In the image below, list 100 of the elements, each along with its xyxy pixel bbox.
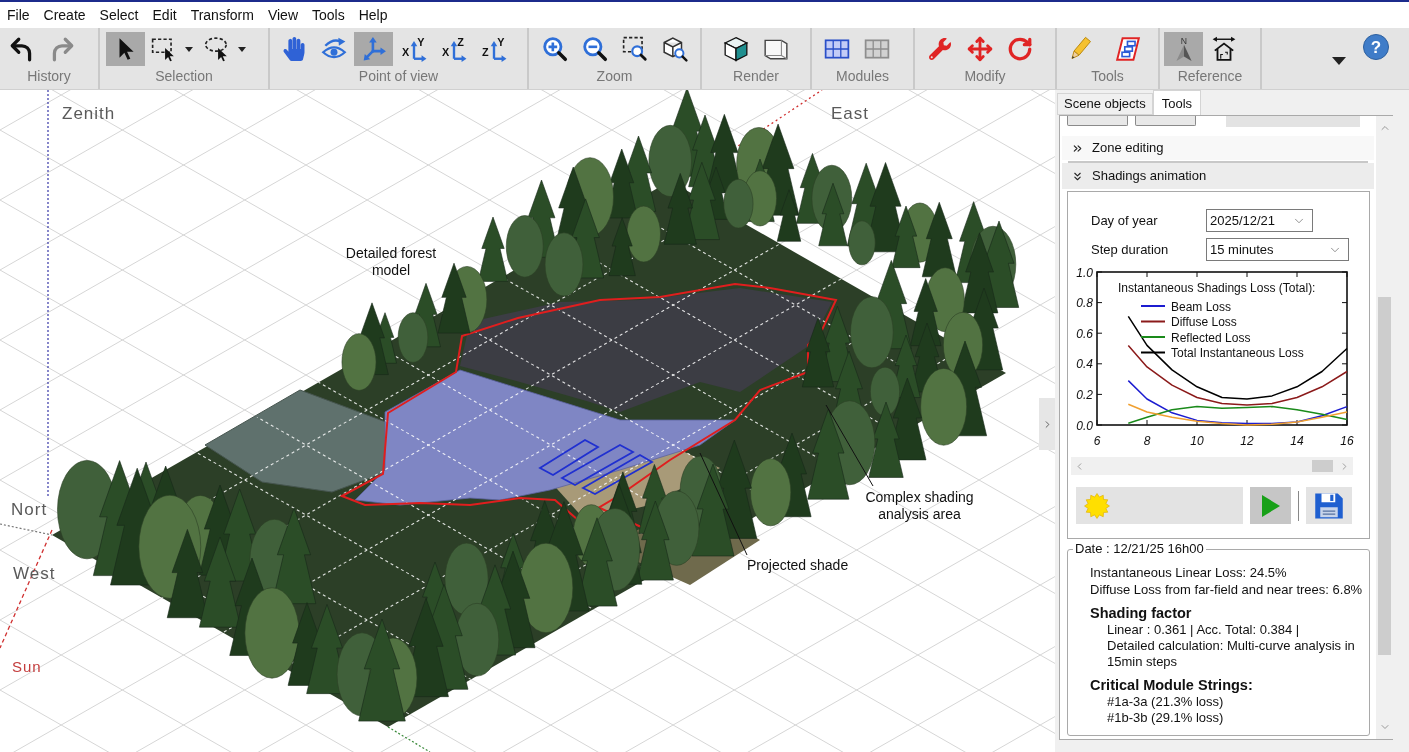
result-text: Instantaneous Linear Loss: 24.5%	[1090, 564, 1287, 581]
axis-tick-label: 0.0	[1076, 418, 1093, 433]
menu-item[interactable]: Select	[92, 5, 146, 25]
play-button[interactable]	[1250, 487, 1291, 524]
result-text: Linear : 0.361 | Acc. Total: 0.384 |	[1107, 622, 1300, 638]
caret-icon	[238, 46, 246, 52]
menu-item[interactable]: Create	[36, 5, 93, 25]
scrollbar-thumb[interactable]	[1312, 460, 1333, 472]
vertical-scrollbar[interactable]	[1376, 116, 1393, 739]
toolbar-group-label: Selection	[154, 67, 214, 85]
axis-letter: Z	[481, 45, 489, 58]
axis-label: Nort	[11, 499, 48, 521]
collapse-handle[interactable]	[1039, 398, 1055, 450]
axis-letter: X	[401, 45, 409, 58]
axis-tick-label: 0.2	[1076, 387, 1093, 402]
axis-letter: X	[441, 45, 449, 58]
annotation-label: Complex shading analysis area	[864, 489, 975, 523]
zoom-window-icon	[621, 36, 648, 62]
north-letter: N	[1180, 36, 1187, 46]
legend-label: Diffuse Loss	[1171, 315, 1237, 329]
section-header[interactable]: Zone editing	[1062, 136, 1374, 160]
menu-item[interactable]: Edit	[145, 5, 184, 25]
sun-icon	[1084, 492, 1110, 519]
axis-label: Zenith	[62, 103, 116, 125]
menu-item[interactable]: Tools	[305, 5, 352, 25]
axis-tick-label: 8	[1143, 434, 1151, 448]
field-label: Day of year	[1091, 211, 1159, 230]
toolbar-group-label: Modify	[963, 67, 1007, 85]
select-button[interactable]	[106, 32, 145, 66]
result-text: #1a-3a (21.3% loss)	[1107, 694, 1224, 710]
sun-label: Sun	[12, 657, 42, 677]
plane-view-button[interactable]: X Z	[434, 32, 473, 66]
legend-label: Total Instantaneous Loss	[1171, 346, 1304, 360]
axis-tick-label: 1.0	[1076, 266, 1093, 280]
scrollbar-thumb[interactable]	[1378, 297, 1391, 655]
axis-tick-label: 12	[1240, 434, 1254, 448]
caret-icon	[185, 46, 193, 52]
plane-view-button[interactable]: X Y	[394, 32, 433, 66]
axis-line	[387, 726, 431, 752]
zoom-in-icon	[541, 36, 568, 62]
axis-letter: Z	[456, 36, 464, 48]
menu-item[interactable]: Transform	[183, 5, 261, 25]
shaded-cube-icon	[722, 36, 749, 62]
axis-tick-label: 0.4	[1076, 357, 1093, 372]
tab[interactable]: Tools	[1152, 90, 1202, 115]
result-text: Diffuse Loss from far-field and near trees: 6.8%	[1090, 581, 1363, 598]
cube-zoom-icon	[661, 36, 688, 62]
axis-tick-label: 6	[1093, 434, 1101, 448]
tab[interactable]: Scene objects	[1057, 93, 1153, 115]
section-header[interactable]: Shadings animation	[1062, 163, 1374, 189]
move-icon	[966, 36, 993, 62]
module-string-outline	[538, 438, 600, 477]
legend-line-icon	[1140, 336, 1166, 338]
menu-item[interactable]: Help	[351, 5, 395, 25]
toolbar-group-label: Reference	[1176, 67, 1244, 85]
stacked-boxes-icon	[1114, 36, 1141, 62]
cut-off-button[interactable]	[1135, 116, 1196, 126]
field-label: Step duration	[1091, 240, 1170, 259]
toolbar-group-label: Zoom	[595, 67, 634, 85]
axis-label: East	[831, 103, 870, 125]
axis-tick-label: 16	[1340, 434, 1354, 448]
more-button[interactable]	[1331, 56, 1347, 66]
legend-line-icon	[1140, 320, 1166, 323]
plane-view-button[interactable]: Z Y	[474, 32, 513, 66]
grid-icon	[863, 36, 890, 62]
caret-down-icon	[1332, 57, 1346, 65]
dropdown-field[interactable]: 2025/12/21	[1206, 209, 1313, 232]
axis-letter: Y	[496, 36, 504, 48]
annotation-label: Projected shade	[747, 557, 849, 574]
save-button[interactable]	[1306, 487, 1352, 524]
section-heading: Critical Module Strings:	[1090, 676, 1253, 694]
result-text: #1b-3b (29.1% loss)	[1107, 710, 1224, 726]
axis-tick-label: 14	[1290, 434, 1304, 448]
north-reference-button[interactable]: N	[1164, 32, 1203, 66]
chart-title: Instantaneous Shadings Loss (Total):	[1118, 281, 1316, 295]
rotate-icon	[1006, 36, 1033, 62]
axes-view-button[interactable]	[354, 32, 393, 66]
toolbar-group-label: Tools	[1090, 67, 1125, 85]
grid-icon	[823, 36, 850, 62]
result-text: Detailed calculation: Multi-curve analysis in	[1107, 638, 1355, 654]
zoom-out-icon	[581, 36, 608, 62]
section-heading: Shading factor	[1090, 604, 1192, 622]
axis-tick-label: 0.6	[1076, 326, 1093, 341]
menu-item[interactable]: File	[0, 5, 37, 25]
annotation-label: Detailed forest model	[344, 245, 438, 279]
play-icon	[1261, 494, 1280, 517]
help-button[interactable]: ?	[1363, 34, 1389, 60]
result-text: 15min steps	[1107, 654, 1178, 670]
north-axis-line	[0, 523, 53, 536]
legend-line-icon	[1140, 305, 1166, 307]
axis-label: West	[13, 563, 56, 585]
menu-item[interactable]: View	[260, 5, 305, 25]
dropdown-field[interactable]: 15 minutes	[1206, 238, 1349, 261]
toolbar-group-label: History	[26, 67, 72, 85]
axis-tick-label: 0.8	[1076, 296, 1093, 311]
toolbar-group-label: Modules	[835, 67, 890, 85]
wrench-icon	[928, 38, 951, 60]
cut-off-button[interactable]	[1067, 116, 1128, 126]
horizontal-scrollbar[interactable]	[1071, 457, 1353, 475]
lasso-select-icon	[204, 36, 230, 62]
